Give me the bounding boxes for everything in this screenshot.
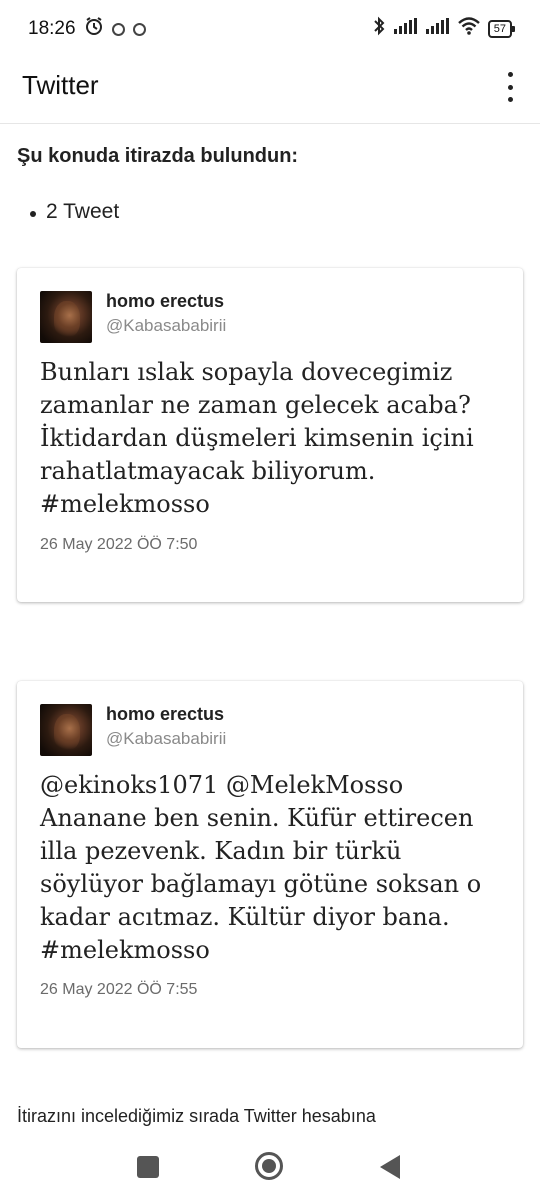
back-button[interactable] (380, 1155, 400, 1179)
alarm-icon (84, 16, 104, 42)
appeal-heading: Şu konuda itirazda bulundun: (17, 145, 299, 167)
status-bar: 18:26 57 (0, 0, 540, 58)
status-time: 18:26 (28, 18, 76, 39)
battery-icon: 57 (487, 20, 516, 38)
recent-apps-button[interactable] (137, 1156, 159, 1178)
status-bar-right: 57 (372, 16, 516, 42)
tweet-author-handle: @Kabasababirii (106, 729, 227, 748)
app-title: Twitter (22, 70, 99, 100)
tweet-author-handle: @Kabasababirii (106, 316, 227, 335)
tweet-text: Bunları ıslak sopayla dovecegimiz zamanl… (40, 358, 474, 518)
tweet-card[interactable]: homo erectus @Kabasababirii @ekinoks1071… (17, 681, 523, 1048)
home-button[interactable] (255, 1152, 283, 1180)
tweet-author-name: homo erectus (106, 704, 225, 724)
signal-icon (393, 18, 418, 40)
tweet-timestamp: 26 May 2022 ÖÖ 7:50 (40, 536, 198, 553)
menu-dot (507, 84, 513, 90)
system-nav-bar (0, 1140, 540, 1200)
avatar[interactable] (40, 291, 92, 343)
overflow-menu-icon[interactable] (500, 72, 520, 102)
status-bar-left: 18:26 (28, 16, 146, 42)
avatar[interactable] (40, 704, 92, 756)
appeal-list-item: 2 Tweet (29, 200, 120, 223)
tweet-card[interactable]: homo erectus @Kabasababirii Bunları ısla… (17, 268, 523, 602)
sync-icon (111, 22, 125, 36)
appeal-list: 2 Tweet (29, 200, 120, 224)
bluetooth-icon (372, 16, 386, 42)
menu-dot (507, 97, 513, 102)
tweet-author-name: homo erectus (106, 291, 225, 311)
wifi-icon (457, 17, 480, 41)
tweet-text: @ekinoks1071 @MelekMosso Ananane ben sen… (40, 771, 482, 964)
appeal-footer-text: İtirazını incelediğimiz sırada Twitter h… (17, 1106, 376, 1126)
app-bar: Twitter (0, 58, 540, 124)
tweet-timestamp: 26 May 2022 ÖÖ 7:55 (40, 981, 198, 998)
signal-icon-2 (425, 18, 450, 40)
sync-icon-2 (132, 22, 146, 36)
menu-dot (507, 72, 513, 77)
